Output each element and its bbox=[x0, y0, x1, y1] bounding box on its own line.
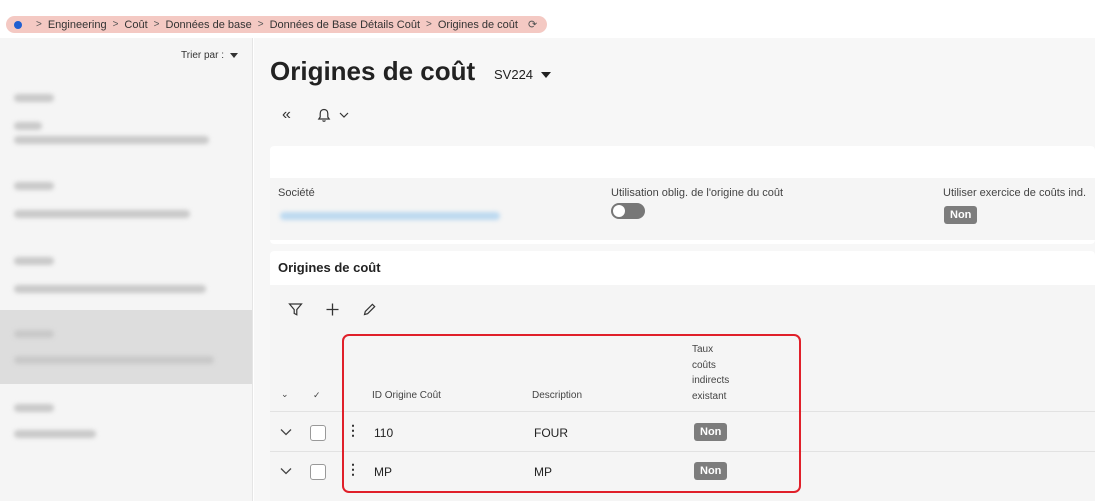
select-all-checkmark-icon[interactable]: ✓ bbox=[313, 390, 321, 401]
breadcrumb-separator: > bbox=[36, 19, 42, 30]
chevron-down-icon[interactable] bbox=[280, 467, 292, 475]
breadcrumb-separator: > bbox=[257, 19, 264, 30]
top-strip bbox=[0, 0, 1095, 10]
chevron-down-icon[interactable] bbox=[280, 428, 292, 436]
sidebar-list-item[interactable] bbox=[0, 243, 252, 315]
sort-dropdown[interactable]: Trier par : bbox=[181, 50, 238, 61]
breadcrumb-item-details-cout[interactable]: Données de Base Détails Coût bbox=[270, 19, 420, 31]
chevron-down-icon bbox=[541, 71, 552, 78]
pencil-icon[interactable] bbox=[362, 302, 377, 317]
bell-icon bbox=[317, 108, 331, 122]
sort-label: Trier par : bbox=[181, 50, 224, 61]
plus-icon[interactable] bbox=[325, 302, 340, 317]
utilisation-label: Utilisation oblig. de l'origine du coût bbox=[611, 187, 784, 199]
page-actions: « bbox=[282, 106, 349, 124]
breadcrumb-separator: > bbox=[112, 19, 119, 30]
sidebar-list-item-selected[interactable] bbox=[0, 310, 252, 384]
grid-title: Origines de coût bbox=[278, 260, 381, 275]
societe-label: Société bbox=[278, 187, 315, 199]
double-chevron-left-icon[interactable]: « bbox=[282, 106, 291, 124]
page-title: Origines de coût bbox=[270, 56, 476, 86]
chevron-down-icon bbox=[339, 112, 349, 118]
record-id: SV224 bbox=[494, 67, 534, 82]
highlight-box bbox=[342, 334, 801, 493]
breadcrumb-separator: > bbox=[426, 19, 432, 30]
breadcrumb-item-origines-de-cout[interactable]: Origines de coût bbox=[438, 19, 518, 31]
notification-button[interactable] bbox=[317, 108, 349, 123]
row-checkbox[interactable] bbox=[310, 464, 326, 480]
chevron-down-icon bbox=[230, 53, 238, 58]
filter-icon[interactable] bbox=[288, 302, 303, 317]
sidebar: Trier par : bbox=[0, 38, 253, 501]
header-fields: Société Utilisation oblig. de l'origine … bbox=[270, 178, 1095, 240]
breadcrumb-separator: > bbox=[153, 19, 160, 30]
grid-toolbar bbox=[288, 302, 377, 317]
refresh-icon[interactable]: ⟳ bbox=[528, 18, 537, 31]
exercice-label: Utiliser exercice de coûts ind. bbox=[943, 187, 1087, 199]
header-panel: Société Utilisation oblig. de l'origine … bbox=[270, 146, 1095, 244]
sidebar-list-item[interactable] bbox=[0, 388, 252, 460]
row-checkbox[interactable] bbox=[310, 425, 326, 441]
breadcrumb-item-engineering[interactable]: Engineering bbox=[48, 19, 107, 31]
home-dot-icon[interactable] bbox=[14, 20, 22, 29]
sidebar-list-item[interactable] bbox=[0, 78, 252, 150]
breadcrumb: > Engineering > Coût > Données de base >… bbox=[6, 16, 548, 33]
expand-all-icon[interactable]: ⌄ bbox=[281, 389, 289, 400]
societe-link[interactable] bbox=[280, 212, 500, 220]
utilisation-toggle[interactable] bbox=[611, 203, 645, 219]
exercice-badge: Non bbox=[944, 206, 978, 224]
breadcrumb-item-cout[interactable]: Coût bbox=[124, 19, 147, 31]
breadcrumb-item-donnees-de-base[interactable]: Données de base bbox=[166, 19, 252, 31]
sidebar-list-item[interactable] bbox=[0, 168, 252, 240]
record-selector[interactable]: SV224 bbox=[494, 67, 552, 82]
